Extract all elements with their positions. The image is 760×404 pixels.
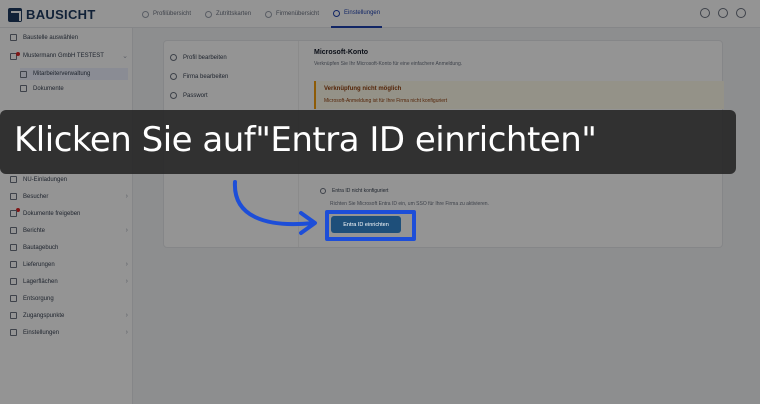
chevron-right-icon: › [125,329,128,336]
recycle-icon [10,295,17,302]
settings-nav-label: Firma bearbeiten [183,73,229,80]
tab-zutrittskarten[interactable]: Zutrittskarten [203,0,253,28]
sidebar-item-dokumente-freigeben[interactable]: Dokumente freigeben [10,210,128,217]
chevron-right-icon: › [125,227,128,234]
user-icon [170,54,177,61]
sidebar-item-lagerflaechen[interactable]: Lagerflächen › [10,278,128,285]
users-icon [20,70,27,78]
company-name: Mustermann GmbH TESTEST [23,53,104,59]
building-icon [170,73,177,80]
book-icon [10,244,17,251]
bausicht-logo-icon [8,7,22,22]
tab-einstellungen[interactable]: Einstellungen [331,0,383,28]
select-site-button[interactable]: Baustelle auswählen [10,34,128,41]
brand-logo[interactable]: BAUSICHT [8,7,96,22]
sidebar-item-label: NU-Einladungen [23,176,68,183]
storage-icon [10,278,17,285]
key-icon [170,92,177,99]
sidebar-item-label: Berichte [23,227,46,234]
document-icon [20,85,27,92]
sidebar-item-label: Dokumente freigeben [23,210,81,217]
building-icon [265,10,273,18]
sidebar-item-berichte[interactable]: Berichte › [10,227,128,234]
sidebar-item-label: Zugangspunkte [23,312,65,319]
tab-label: Zutrittskarten [216,11,252,17]
company-selector[interactable]: Mustermann GmbH TESTEST ⌄ [10,52,128,60]
chevron-right-icon: › [125,261,128,268]
tab-firmenuebersicht[interactable]: Firmenübersicht [263,0,321,28]
sidebar-item-label: Lagerflächen [23,278,58,285]
tab-profiluebersicht[interactable]: Profilübersicht [140,0,193,28]
user-icon [142,10,149,18]
sidebar-item-einstellungen[interactable]: Einstellungen › [10,329,128,336]
sidebar-item-label: Mitarbeiterverwaltung [33,71,91,77]
main-nav: Profilübersicht Zutrittskarten Firmenübe… [140,0,383,28]
sidebar-item-label: Entsorgung [23,295,54,302]
entra-status: Entra ID nicht konfiguriert [332,188,389,194]
tab-label: Profilübersicht [153,11,192,17]
building-icon [10,34,17,41]
settings-nav-firma[interactable]: Firma bearbeiten [170,73,228,80]
sidebar-item-zugangspunkte[interactable]: Zugangspunkte › [10,312,128,319]
instruction-text: Klicken Sie auf"Entra ID einrichten" [14,120,597,160]
warning-box: Verknüpfung nicht möglich Microsoft-Anme… [314,81,724,109]
sidebar-item-label: Dokumente [33,85,64,92]
settings-nav-label: Profil bearbeiten [183,54,227,61]
gear-icon [10,329,17,336]
card-icon [205,10,213,18]
section-description: Verknüpfen Sie Ihr Microsoft-Konto für e… [314,61,463,67]
mail-icon [10,176,17,183]
brand-name: BAUSICHT [26,7,96,22]
sidebar-item-dokumente[interactable]: Dokumente [20,85,128,92]
warning-title: Verknüpfung nicht möglich [324,86,402,92]
top-icons [700,8,746,18]
sidebar-item-label: Baustelle auswählen [23,34,79,41]
settings-nav-profil[interactable]: Profil bearbeiten [170,54,227,61]
settings-nav-label: Passwort [183,92,208,99]
section-title: Microsoft-Konto [314,49,369,56]
tab-label: Einstellungen [344,10,381,16]
chevron-down-icon: ⌄ [122,53,128,60]
tab-label: Firmenübersicht [276,11,320,17]
sidebar-item-nu-einladungen[interactable]: NU-Einladungen [10,176,128,183]
truck-icon [10,261,17,268]
entra-status-row: Entra ID nicht konfiguriert [320,188,388,194]
access-point-icon [10,312,17,319]
warning-text: Microsoft-Anmeldung ist für Ihre Firma n… [324,98,448,104]
sidebar: Baustelle auswählen Mustermann GmbH TEST… [0,28,133,404]
top-bar: BAUSICHT Profilübersicht Zutrittskarten … [0,0,760,28]
sidebar-item-label: Einstellungen [23,329,60,336]
report-icon [10,227,17,234]
visitor-icon [10,193,17,200]
pointer-arrow-icon [232,180,317,235]
settings-nav-passwort[interactable]: Passwort [170,92,208,99]
sidebar-item-label: Bautagebuch [23,244,59,251]
chevron-right-icon: › [125,193,128,200]
sidebar-item-bautagebuch[interactable]: Bautagebuch [10,244,128,251]
help-icon[interactable] [700,8,710,18]
document-check-icon [10,210,17,217]
sidebar-item-label: Besucher [23,193,49,200]
settings-icon[interactable] [718,8,728,18]
entra-description: Richten Sie Microsoft Entra ID ein, um S… [330,201,489,207]
sidebar-item-label: Lieferungen [23,261,55,268]
notification-dot [16,52,20,56]
account-icon[interactable] [736,8,746,18]
sidebar-item-lieferungen[interactable]: Lieferungen › [10,261,128,268]
chevron-right-icon: › [125,312,128,319]
instruction-banner: Klicken Sie auf"Entra ID einrichten" [0,110,736,174]
sidebar-item-mitarbeiterverwaltung[interactable]: Mitarbeiterverwaltung [20,68,128,80]
gear-icon [333,9,341,17]
sidebar-item-entsorgung[interactable]: Entsorgung [10,295,128,302]
chevron-right-icon: › [125,278,128,285]
sidebar-item-besucher[interactable]: Besucher › [10,193,128,200]
entra-id-setup-button[interactable]: Entra ID einrichten [331,216,401,233]
